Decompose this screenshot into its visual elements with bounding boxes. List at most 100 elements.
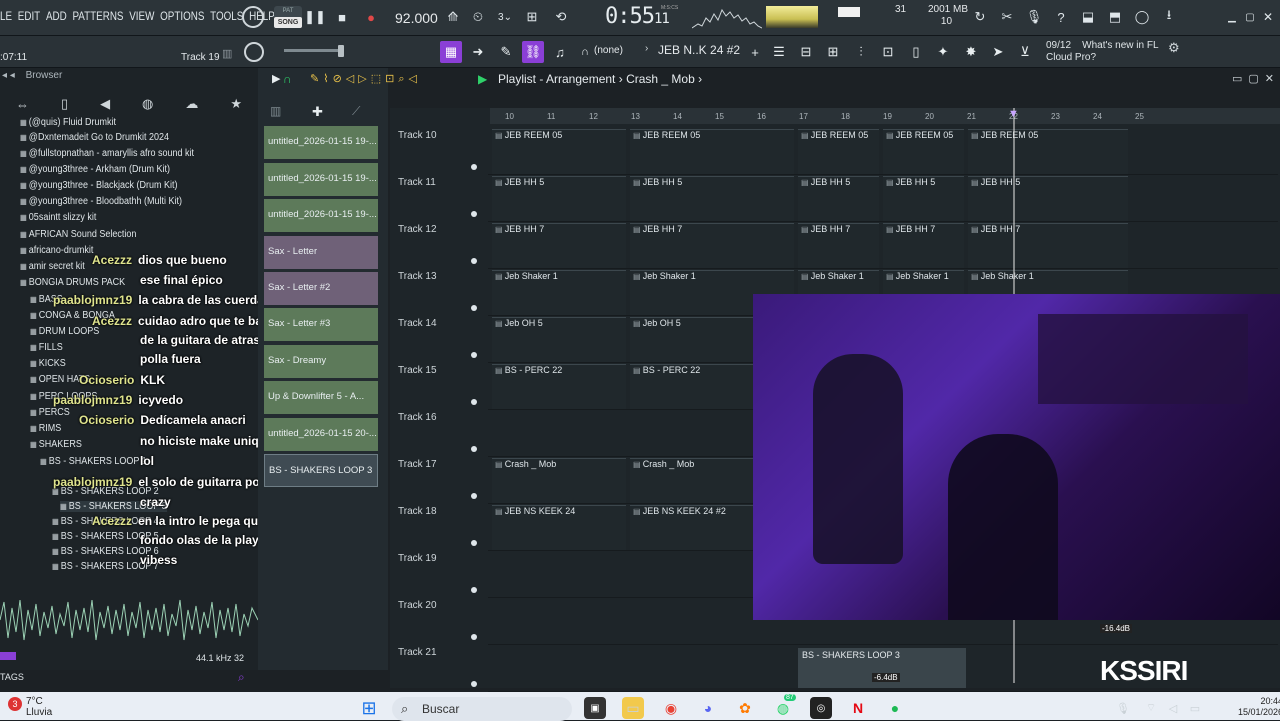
menu-edit[interactable]: EDIT xyxy=(18,9,40,23)
browser-item[interactable]: FILLS xyxy=(30,342,63,353)
track-mute-dot[interactable] xyxy=(471,164,477,170)
track-label[interactable]: Track 12 xyxy=(398,224,437,235)
pattern-clip[interactable]: Jeb OH 5 xyxy=(492,317,626,362)
pattern-clip[interactable]: JEB HH 5 xyxy=(798,176,879,221)
pattern-clip[interactable]: JEB REEM 05 xyxy=(492,129,626,174)
microphone-icon[interactable]: 🎙 xyxy=(1024,7,1044,27)
help-icon[interactable]: ? xyxy=(1051,7,1071,27)
record-button[interactable]: ● xyxy=(361,7,381,27)
news-panel[interactable]: 09/12 What's new in FL Cloud Pro? xyxy=(1046,40,1159,64)
track-mute-dot[interactable] xyxy=(471,587,477,593)
send-icon[interactable]: ➤ xyxy=(987,41,1009,63)
obs-icon[interactable]: ◎ xyxy=(810,697,832,719)
browser-item[interactable]: @young3three - Arkham (Drum Kit) xyxy=(20,164,170,175)
tempo-tapper-icon[interactable]: ✸ xyxy=(960,41,982,63)
menu-view[interactable]: VIEW xyxy=(129,9,154,23)
browser-item[interactable]: @young3three - Blackjack (Drum Kit) xyxy=(20,180,178,191)
magnet-icon[interactable]: ∩ xyxy=(574,41,596,63)
taskbar-search[interactable]: Buscar xyxy=(392,697,572,721)
track-label[interactable]: Track 14 xyxy=(398,318,437,329)
track-mute-dot[interactable] xyxy=(471,399,477,405)
weather-widget[interactable]: 7°C Lluvia xyxy=(26,696,52,718)
project-browser-icon[interactable]: ▯ xyxy=(905,41,927,63)
browser-item[interactable]: @Dxntemadeit Go to Drumkit 2024 xyxy=(20,132,169,143)
stamp-icon[interactable]: ♫ xyxy=(549,41,571,63)
maximize-icon[interactable]: ▢ xyxy=(1240,7,1260,27)
shop-cart-icon[interactable]: ⊻ xyxy=(1014,41,1036,63)
master-volume-slider[interactable] xyxy=(284,49,344,52)
clip-source[interactable]: untitled_2026-01-15 19-... xyxy=(264,163,378,196)
minimize-icon[interactable]: ▁ xyxy=(1222,7,1242,27)
browser-item[interactable]: africano-drumkit xyxy=(20,245,94,256)
brush-icon[interactable]: ✎ xyxy=(495,41,517,63)
automation-icon[interactable]: ⟋ xyxy=(352,104,360,119)
track-mute-dot[interactable] xyxy=(471,540,477,546)
undo-icon[interactable]: ↻ xyxy=(970,7,990,27)
chrome-icon[interactable]: ◉ xyxy=(660,697,682,719)
close-icon[interactable]: ✕ xyxy=(1258,7,1278,27)
track-label[interactable]: Track 19 xyxy=(398,553,437,564)
pattern-clip[interactable]: JEB NS KEEK 24 xyxy=(492,505,626,550)
pattern-clip[interactable]: JEB HH 5 xyxy=(883,176,964,221)
pattern-clip[interactable]: JEB HH 5 xyxy=(492,176,626,221)
track-label[interactable]: Track 13 xyxy=(398,271,437,282)
pat-song-toggle[interactable]: PAT SONG xyxy=(274,6,302,28)
playlist-window-controls[interactable]: ▭▢✕ xyxy=(1232,72,1280,85)
windows-start-icon[interactable]: ⊞ xyxy=(358,697,380,719)
track-label[interactable]: Track 21 xyxy=(398,647,437,658)
fl-studio-icon[interactable]: ✿ xyxy=(734,697,756,719)
search-icon[interactable]: ⌕ xyxy=(238,670,245,685)
loop-record-icon[interactable]: ⟲ xyxy=(551,7,571,27)
track-mute-dot[interactable] xyxy=(471,258,477,264)
track-label[interactable]: Track 11 xyxy=(398,177,436,188)
song-time-display[interactable]: 0:5511 xyxy=(605,4,670,29)
menu-tools[interactable]: TOOLS xyxy=(210,9,243,23)
pattern-clip[interactable]: JEB HH 7 xyxy=(630,223,794,268)
back-arrow-icon[interactable]: ◂ ◂ xyxy=(2,70,15,81)
pattern-clip[interactable]: JEB REEM 05 xyxy=(883,129,964,174)
track-mute-dot[interactable] xyxy=(471,211,477,217)
browser-item[interactable]: (@quis) Fluid Drumkit xyxy=(20,117,116,128)
menu-add[interactable]: ADD xyxy=(46,9,67,23)
clip-source[interactable]: Sax - Dreamy xyxy=(264,345,378,378)
master-volume-knob[interactable] xyxy=(242,6,264,28)
pattern-clip[interactable]: Crash _ Mob xyxy=(492,458,626,503)
link-icon[interactable]: ⛓ xyxy=(522,41,544,63)
track-label[interactable]: Track 16 xyxy=(398,412,437,423)
settings-icon[interactable]: ⚙ xyxy=(1168,40,1180,56)
arrow-right-icon[interactable]: ➜ xyxy=(467,41,489,63)
battery-icon[interactable]: ▭ xyxy=(1184,697,1206,719)
pattern-clip[interactable]: JEB HH 7 xyxy=(883,223,964,268)
save-icon[interactable]: ⬓ xyxy=(1078,7,1098,27)
play-preview-icon[interactable] xyxy=(0,652,16,660)
clip-source-selected[interactable]: BS - SHAKERS LOOP 3 xyxy=(264,454,378,487)
clip-source[interactable]: Up & Downlifter 5 - A... xyxy=(264,381,378,414)
browser-cloud-icon[interactable]: ☁ xyxy=(185,96,198,112)
browser-globe-icon[interactable]: ◍ xyxy=(142,96,153,112)
clip-source[interactable]: untitled_2026-01-15 19-... xyxy=(264,199,378,232)
audio-clip-icon[interactable]: ✚ xyxy=(312,104,323,120)
browser-plugins-icon[interactable]: ◀ xyxy=(100,96,110,112)
track-mute-dot[interactable] xyxy=(471,352,477,358)
browser-item[interactable]: amir secret kit xyxy=(20,261,85,272)
pattern-icon[interactable]: ▥ xyxy=(270,104,281,118)
menu-options[interactable]: OPTIONS xyxy=(160,9,204,23)
playlist-icon[interactable]: ☰ xyxy=(768,41,790,63)
cut-icon[interactable]: ✂ xyxy=(997,7,1017,27)
discord-icon[interactable]: ◕ xyxy=(697,697,719,719)
track-mute-dot[interactable] xyxy=(471,305,477,311)
browser-item[interactable]: RIMS xyxy=(30,423,62,434)
pattern-clip[interactable]: BS - PERC 22 xyxy=(492,364,626,409)
speaker-icon[interactable]: ◁ xyxy=(1162,697,1184,719)
playlist-view-icon[interactable]: ▦ xyxy=(440,41,462,63)
headphones-icon[interactable]: ∩ xyxy=(283,72,292,86)
pattern-clip[interactable]: Jeb Shaker 1 xyxy=(492,270,626,315)
pattern-selector[interactable]: JEB N..K 24 #2 xyxy=(658,43,740,57)
add-pattern-icon[interactable]: + xyxy=(744,41,766,63)
channel-rack-icon[interactable]: ⊟ xyxy=(795,41,817,63)
track-label[interactable]: Track 17 xyxy=(398,459,437,470)
playhead-marker-icon[interactable]: ▼ xyxy=(1008,108,1019,120)
browser-item[interactable]: @young3three - Bloodbathh (Multi Kit) xyxy=(20,196,182,207)
volume-slider-handle[interactable] xyxy=(338,45,344,57)
browser-view-icon[interactable]: ⇔ xyxy=(16,97,29,112)
